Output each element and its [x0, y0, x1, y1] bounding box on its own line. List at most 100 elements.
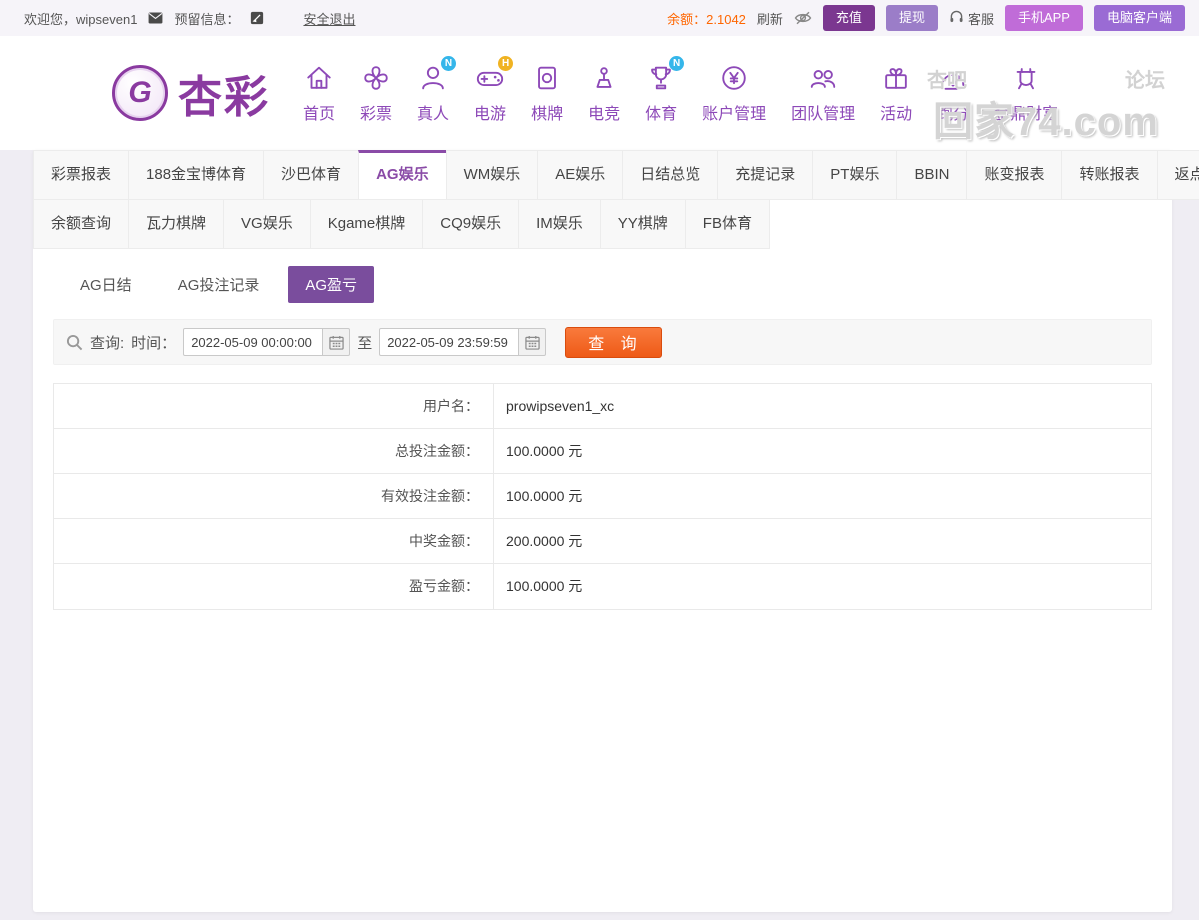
- tab-返点总额[interactable]: 返点总额: [1157, 150, 1199, 200]
- wealth-icon: [1011, 63, 1041, 95]
- table-row: 有效投注金额：100.0000 元: [54, 474, 1151, 519]
- brand-name: 杏彩: [178, 61, 270, 125]
- nav-item-label: 彩票: [360, 100, 392, 124]
- nav-item-label: 真人: [417, 100, 449, 124]
- mail-icon[interactable]: [148, 12, 163, 24]
- nav-item-label: 账户管理: [702, 100, 766, 124]
- to-label: 至: [357, 332, 372, 353]
- tab-VG娱乐[interactable]: VG娱乐: [223, 199, 311, 249]
- tab-充提记录[interactable]: 充提记录: [717, 150, 813, 200]
- calendar-icon[interactable]: [323, 328, 350, 356]
- row-value: 100.0000 元: [494, 474, 582, 518]
- refresh-link[interactable]: 刷新: [757, 9, 783, 28]
- tab-AE娱乐[interactable]: AE娱乐: [537, 150, 623, 200]
- withdraw-button[interactable]: 提现: [886, 5, 938, 31]
- nav-item-金鼎财富[interactable]: 金鼎财富: [991, 63, 1061, 124]
- report-table: 用户名：prowipseven1_xc总投注金额：100.0000 元有效投注金…: [53, 383, 1152, 610]
- balance-value: 2.1042: [706, 12, 746, 27]
- team-icon: [808, 63, 838, 95]
- tab-瓦力棋牌[interactable]: 瓦力棋牌: [128, 199, 224, 249]
- nav-item-label: 体育: [645, 100, 677, 124]
- row-label: 有效投注金额：: [54, 474, 494, 518]
- query-bar: 查询: 时间： 至 查 询: [53, 319, 1152, 365]
- nav-items: 首页 彩票真人N 电游H 棋牌电竞体育N 账户管理团队管理活动跑分 金鼎财富: [300, 63, 1061, 124]
- tab-FB体育[interactable]: FB体育: [685, 199, 770, 249]
- tab-BBIN[interactable]: BBIN: [896, 150, 967, 200]
- nav-item-label: 金鼎财富: [994, 100, 1058, 124]
- lottery-icon: [361, 63, 391, 95]
- eye-off-icon[interactable]: [794, 11, 812, 25]
- search-icon: [66, 334, 83, 351]
- balance-text: 余额：2.1042: [667, 9, 746, 28]
- end-date-input[interactable]: [379, 328, 519, 356]
- tab-Kgame棋牌[interactable]: Kgame棋牌: [310, 199, 424, 249]
- mobile-app-button[interactable]: 手机APP: [1005, 5, 1083, 31]
- row-label: 总投注金额：: [54, 429, 494, 473]
- tab-转账报表[interactable]: 转账报表: [1061, 150, 1157, 200]
- recharge-button[interactable]: 充值: [823, 5, 875, 31]
- tab-AG日结[interactable]: AG日结: [63, 266, 149, 303]
- nav-item-彩票[interactable]: 彩票: [357, 63, 395, 124]
- main-panel: 彩票报表188金宝博体育沙巴体育AG娱乐WM娱乐AE娱乐日结总览充提记录PT娱乐…: [33, 150, 1172, 912]
- calendar-icon[interactable]: [519, 328, 546, 356]
- topbar-left: 欢迎您，wipseven1 预留信息： 安全退出: [24, 9, 355, 28]
- tab-AG盈亏[interactable]: AG盈亏: [288, 266, 374, 303]
- service-label: 客服: [968, 9, 994, 28]
- table-row: 总投注金额：100.0000 元: [54, 429, 1151, 474]
- nav-item-首页[interactable]: 首页: [300, 63, 338, 124]
- edit-icon[interactable]: [250, 11, 264, 25]
- tab-188金宝博体育[interactable]: 188金宝博体育: [128, 150, 264, 200]
- nav-item-棋牌[interactable]: 棋牌: [528, 63, 566, 124]
- nav-item-label: 电游: [474, 100, 506, 124]
- nav-item-电竞[interactable]: 电竞: [585, 63, 623, 124]
- row-label: 用户名：: [54, 384, 494, 428]
- search-button[interactable]: 查 询: [565, 327, 661, 358]
- esports-icon: [589, 63, 619, 95]
- brand-logo[interactable]: G 杏彩: [112, 61, 270, 125]
- topbar-right: 余额：2.1042 刷新 充值 提现 客服 手机APP 电脑客户端: [667, 5, 1185, 31]
- nav-item-跑分[interactable]: 跑分: [934, 63, 972, 124]
- nav-item-label: 电竞: [588, 100, 620, 124]
- logout-link[interactable]: 安全退出: [303, 9, 355, 28]
- tab-CQ9娱乐[interactable]: CQ9娱乐: [422, 199, 519, 249]
- tab-YY棋牌[interactable]: YY棋牌: [600, 199, 686, 249]
- tabs-row-2: 余额查询瓦力棋牌VG娱乐Kgame棋牌CQ9娱乐IM娱乐YY棋牌FB体育: [33, 199, 1172, 248]
- tab-彩票报表[interactable]: 彩票报表: [33, 150, 129, 200]
- table-row: 中奖金额：200.0000 元: [54, 519, 1151, 564]
- row-label: 中奖金额：: [54, 519, 494, 563]
- tab-日结总览[interactable]: 日结总览: [622, 150, 718, 200]
- table-row: 盈亏金额：100.0000 元: [54, 564, 1151, 609]
- nav-item-团队管理[interactable]: 团队管理: [788, 63, 858, 124]
- tab-AG投注记录[interactable]: AG投注记录: [161, 266, 277, 303]
- watermark-right: 论坛: [1125, 70, 1165, 92]
- tab-AG娱乐[interactable]: AG娱乐: [358, 150, 447, 200]
- badge-n-icon: N: [441, 56, 456, 71]
- nav-item-label: 首页: [303, 100, 335, 124]
- activity-icon: [881, 63, 911, 95]
- tab-IM娱乐[interactable]: IM娱乐: [518, 199, 601, 249]
- tab-余额查询[interactable]: 余额查询: [33, 199, 129, 249]
- time-label: 时间：: [131, 332, 176, 353]
- tab-WM娱乐[interactable]: WM娱乐: [446, 150, 539, 200]
- row-value: 100.0000 元: [494, 429, 582, 473]
- row-value: 100.0000 元: [494, 564, 582, 609]
- row-value: prowipseven1_xc: [494, 384, 614, 428]
- pc-client-button[interactable]: 电脑客户端: [1094, 5, 1185, 31]
- tab-PT娱乐[interactable]: PT娱乐: [812, 150, 897, 200]
- welcome-text: 欢迎您，wipseven1: [24, 9, 137, 28]
- nav-item-电游[interactable]: 电游H: [471, 63, 509, 124]
- nav-item-账户管理[interactable]: 账户管理: [699, 63, 769, 124]
- start-date-input[interactable]: [183, 328, 323, 356]
- row-label: 盈亏金额：: [54, 564, 494, 609]
- nav-item-label: 跑分: [937, 100, 969, 124]
- nav-item-真人[interactable]: 真人N: [414, 63, 452, 124]
- subtabs: AG日结 AG投注记录 AG盈亏: [33, 248, 1172, 315]
- customer-service-button[interactable]: 客服: [949, 9, 994, 28]
- tab-沙巴体育[interactable]: 沙巴体育: [263, 150, 359, 200]
- balance-label: 余额：: [667, 12, 706, 27]
- badge-h-icon: H: [498, 56, 513, 71]
- account-icon: [719, 63, 749, 95]
- nav-item-体育[interactable]: 体育N: [642, 63, 680, 124]
- tab-账变报表[interactable]: 账变报表: [966, 150, 1062, 200]
- nav-item-活动[interactable]: 活动: [877, 63, 915, 124]
